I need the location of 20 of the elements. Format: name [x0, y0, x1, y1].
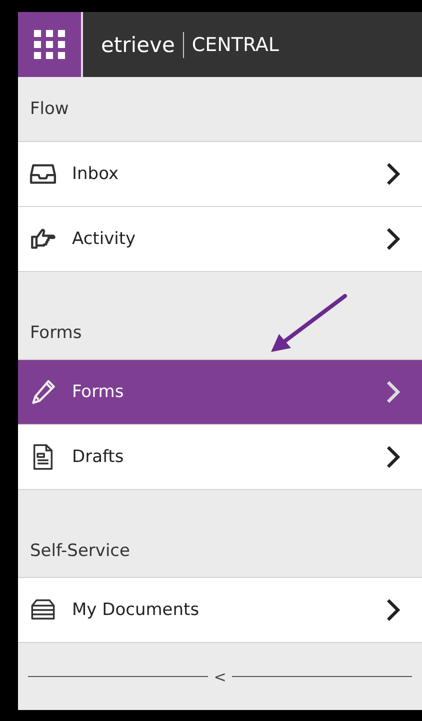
section-heading: Forms [30, 323, 82, 343]
app-grid-button[interactable] [18, 12, 83, 77]
logo-wordmark: etrieve [101, 32, 175, 56]
section-heading: Flow [30, 99, 69, 119]
nav-item[interactable]: Drafts [18, 425, 422, 490]
section-heading: Self-Service [30, 541, 130, 561]
nav-label: My Documents [72, 600, 200, 620]
nav-label: Inbox [72, 164, 120, 184]
nav-item[interactable]: Forms [18, 360, 422, 425]
nav-item[interactable]: My Documents [18, 578, 422, 643]
app-grid-icon [34, 30, 66, 60]
collapse-button[interactable]: < [214, 668, 226, 686]
nav-label: Forms [72, 382, 125, 402]
nav-item[interactable]: Activity [18, 207, 422, 272]
pencil-icon [30, 379, 56, 405]
nav-label: Drafts [72, 447, 125, 467]
nav-item[interactable]: Inbox [18, 142, 422, 207]
product-name: CENTRAL [192, 34, 279, 56]
pointing-hand-icon [30, 226, 56, 252]
nav-label: Activity [72, 229, 137, 249]
